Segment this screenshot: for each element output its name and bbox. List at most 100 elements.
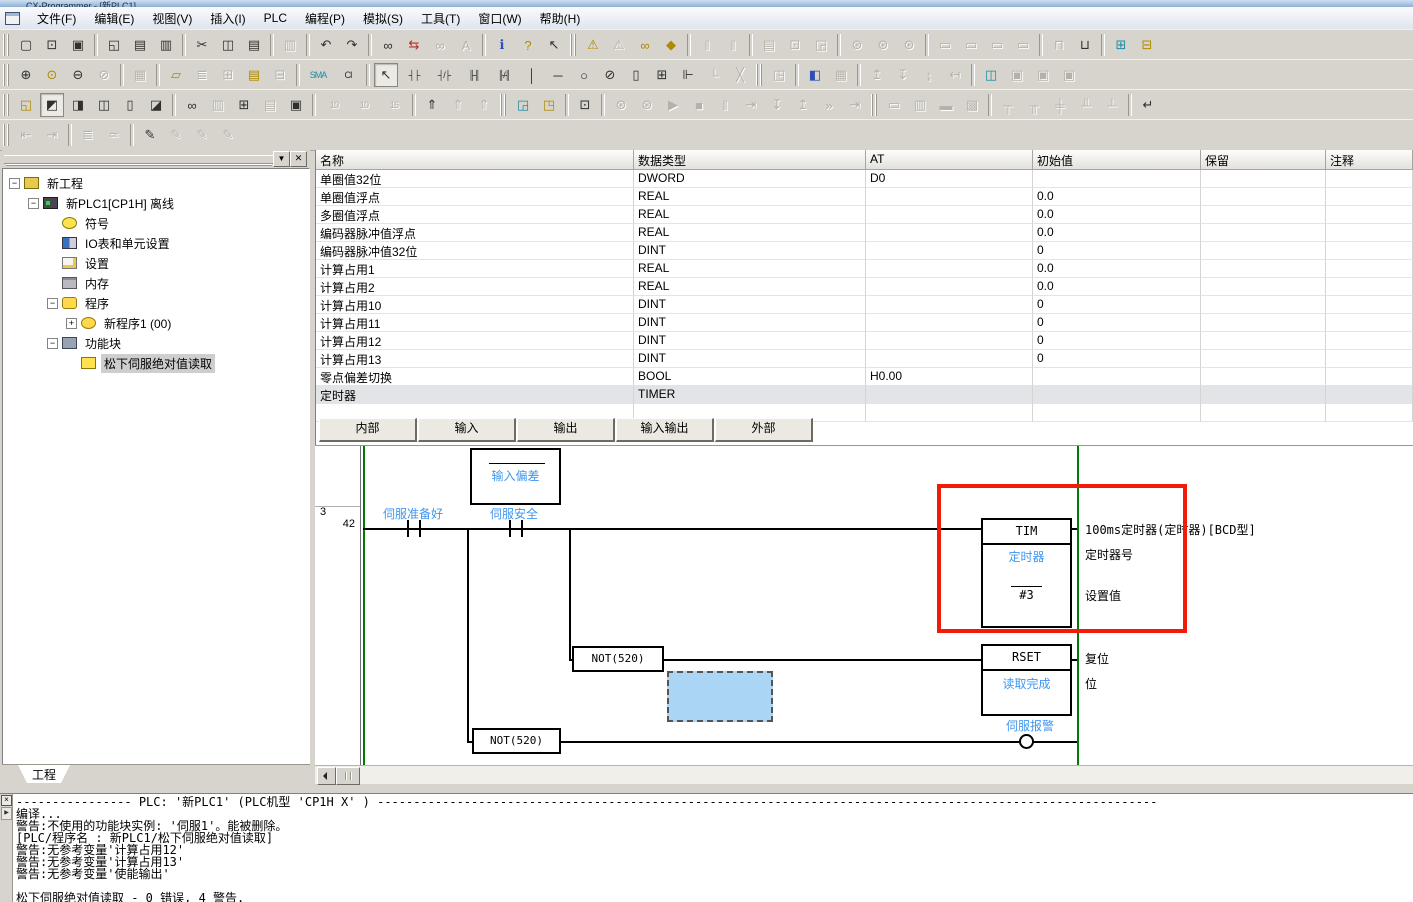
dialog-view-icon[interactable]: ▣ bbox=[284, 93, 308, 117]
memory-card-4-icon[interactable]: ▭ bbox=[1011, 33, 1035, 57]
properties-icon[interactable]: ◩ bbox=[40, 93, 64, 117]
tree-item-label[interactable]: 新程序1 (00) bbox=[101, 314, 174, 333]
outdent-icon[interactable]: ⇤ bbox=[14, 123, 38, 147]
table-cell[interactable]: 0 bbox=[1033, 350, 1201, 368]
table-cell[interactable] bbox=[866, 278, 1033, 296]
differentiate-up-icon[interactable]: ╨ bbox=[1074, 93, 1098, 117]
table-cell[interactable]: 0 bbox=[1033, 314, 1201, 332]
differentiate-down-icon[interactable]: ┴ bbox=[1100, 93, 1124, 117]
table-cell[interactable]: DINT bbox=[634, 314, 866, 332]
table-cell[interactable] bbox=[1326, 350, 1413, 368]
toolbar-grip[interactable] bbox=[871, 94, 877, 116]
table-cell[interactable] bbox=[866, 350, 1033, 368]
copy-icon[interactable]: ◫ bbox=[216, 33, 240, 57]
set-value-1-icon[interactable]: ▭ bbox=[882, 93, 906, 117]
vertical-tool-icon[interactable]: │ bbox=[520, 63, 544, 87]
table-cell[interactable] bbox=[1201, 278, 1326, 296]
table-cell[interactable] bbox=[1033, 404, 1201, 422]
table-row[interactable]: 计算占用12DINT0 bbox=[316, 332, 1413, 350]
undo-icon[interactable]: ↶ bbox=[314, 33, 338, 57]
coil-label[interactable]: 伺服报警 bbox=[975, 717, 1085, 734]
watch-window-2-icon[interactable]: ▣ bbox=[1005, 63, 1029, 87]
block-comment-icon[interactable]: ≣ bbox=[76, 123, 100, 147]
table-cell[interactable] bbox=[866, 242, 1033, 260]
watch-window-3-icon[interactable]: ▣ bbox=[1031, 63, 1055, 87]
continuous-step-icon[interactable]: » bbox=[817, 93, 841, 117]
column-header-0[interactable]: 名称 bbox=[316, 150, 634, 170]
table-cell[interactable] bbox=[866, 260, 1033, 278]
table-cell[interactable]: 0 bbox=[1033, 296, 1201, 314]
table-cell[interactable] bbox=[1033, 170, 1201, 188]
table-cell[interactable]: DWORD bbox=[634, 170, 866, 188]
upload-symbols-icon[interactable]: ⇑ bbox=[420, 93, 444, 117]
column-header-4[interactable]: 保留 bbox=[1201, 150, 1326, 170]
contact2-bar[interactable] bbox=[509, 520, 511, 537]
hand-tool-icon[interactable]: ⊞ bbox=[232, 93, 256, 117]
table-cell[interactable] bbox=[1033, 368, 1201, 386]
table-cell[interactable] bbox=[1326, 224, 1413, 242]
table-cell[interactable]: REAL bbox=[634, 278, 866, 296]
table-cell[interactable]: 单圈值浮点 bbox=[316, 188, 634, 206]
step-in-icon[interactable]: ↧ bbox=[765, 93, 789, 117]
edit-percent-2-icon[interactable]: ✎ bbox=[190, 123, 214, 147]
paste-special-icon[interactable]: ▥ bbox=[278, 33, 302, 57]
cross-reference-icon[interactable]: ▤ bbox=[757, 33, 781, 57]
save-icon[interactable]: ▣ bbox=[66, 33, 90, 57]
child-window-icon[interactable] bbox=[5, 12, 20, 25]
contact-tool-icon[interactable]: ┤├ bbox=[400, 63, 428, 87]
tree-item-symbols[interactable]: 符号 bbox=[3, 213, 309, 233]
table-cell[interactable]: DINT bbox=[634, 350, 866, 368]
toolbar-grip[interactable] bbox=[3, 94, 9, 116]
cut-icon[interactable]: ✂ bbox=[190, 33, 214, 57]
block-align-icon[interactable]: ≃ bbox=[102, 123, 126, 147]
address-reference-icon[interactable]: ⊡ bbox=[783, 33, 807, 57]
table-cell[interactable]: REAL bbox=[634, 188, 866, 206]
fb-invoke-tool-icon[interactable]: ⊞ bbox=[650, 63, 674, 87]
hex-view-icon[interactable]: 16 bbox=[380, 93, 408, 117]
toolbar-grip[interactable] bbox=[756, 64, 762, 86]
table-cell[interactable] bbox=[1201, 332, 1326, 350]
step-run-icon[interactable]: ⇥ bbox=[739, 93, 763, 117]
table-row[interactable]: 零点偏差切换BOOLH0.00 bbox=[316, 368, 1413, 386]
mnemonic-view-icon[interactable]: SMA bbox=[304, 63, 332, 87]
zoom-out-icon[interactable]: ⊖ bbox=[66, 63, 90, 87]
monitor-2-icon[interactable]: ⊛ bbox=[871, 33, 895, 57]
tree-item-label[interactable]: 程序 bbox=[82, 294, 112, 313]
find-window-icon[interactable]: ∞ bbox=[180, 93, 204, 117]
var-tab-3[interactable]: 输入输出 bbox=[616, 418, 714, 442]
context-help-icon[interactable]: ↖ bbox=[542, 33, 566, 57]
work-online-icon[interactable]: ⊛ bbox=[609, 93, 633, 117]
table-cell[interactable]: 编码器脉冲值32位 bbox=[316, 242, 634, 260]
tree-item-label[interactable]: 功能块 bbox=[82, 334, 124, 353]
table-row[interactable]: 计算占用13DINT0 bbox=[316, 350, 1413, 368]
expand-icon[interactable]: + bbox=[66, 318, 77, 329]
table-cell[interactable]: D0 bbox=[866, 170, 1033, 188]
panel-close-icon[interactable]: ✕ bbox=[290, 151, 307, 167]
fb-output-box[interactable]: 输入偏差 bbox=[470, 448, 561, 505]
paste-icon[interactable]: ▤ bbox=[242, 33, 266, 57]
run-icon[interactable]: ▶ bbox=[661, 93, 685, 117]
table-cell[interactable] bbox=[1201, 386, 1326, 404]
zoom-to-window-icon[interactable]: ◨ bbox=[66, 93, 90, 117]
memory-card-2-icon[interactable]: ▭ bbox=[959, 33, 983, 57]
coil-closed-tool-icon[interactable]: ⊘ bbox=[598, 63, 622, 87]
force-off-icon[interactable]: ▧ bbox=[960, 93, 984, 117]
compile-all-icon[interactable]: ⚠ bbox=[607, 33, 631, 57]
transfer-to-plc-icon[interactable]: ◲ bbox=[511, 93, 535, 117]
output-next-icon[interactable]: ▶ bbox=[1, 807, 12, 820]
decimal-view-icon[interactable]: 10 bbox=[320, 93, 348, 117]
table-row[interactable]: 编码器脉冲值32位DINT0 bbox=[316, 242, 1413, 260]
table-row[interactable]: 计算占用11DINT0 bbox=[316, 314, 1413, 332]
pause-sim-icon[interactable]: ‖ bbox=[713, 93, 737, 117]
tree-item-label[interactable]: 松下伺服绝对值读取 bbox=[101, 354, 215, 373]
force-toggle-icon[interactable]: ╪ bbox=[1048, 93, 1072, 117]
scrollbar-thumb[interactable] bbox=[336, 767, 360, 785]
menu-item-1[interactable]: 编辑(E) bbox=[85, 8, 143, 29]
not-instruction-box-2[interactable]: NOT(520) bbox=[472, 728, 561, 754]
instruction-tool-icon[interactable]: ▯ bbox=[624, 63, 648, 87]
table-cell[interactable] bbox=[1201, 350, 1326, 368]
tree-item-label[interactable]: 内存 bbox=[82, 274, 112, 293]
online-edit-icon[interactable]: ◆ bbox=[659, 33, 683, 57]
table-row[interactable]: 单圈值32位DWORDD0 bbox=[316, 170, 1413, 188]
table-cell[interactable] bbox=[1326, 260, 1413, 278]
